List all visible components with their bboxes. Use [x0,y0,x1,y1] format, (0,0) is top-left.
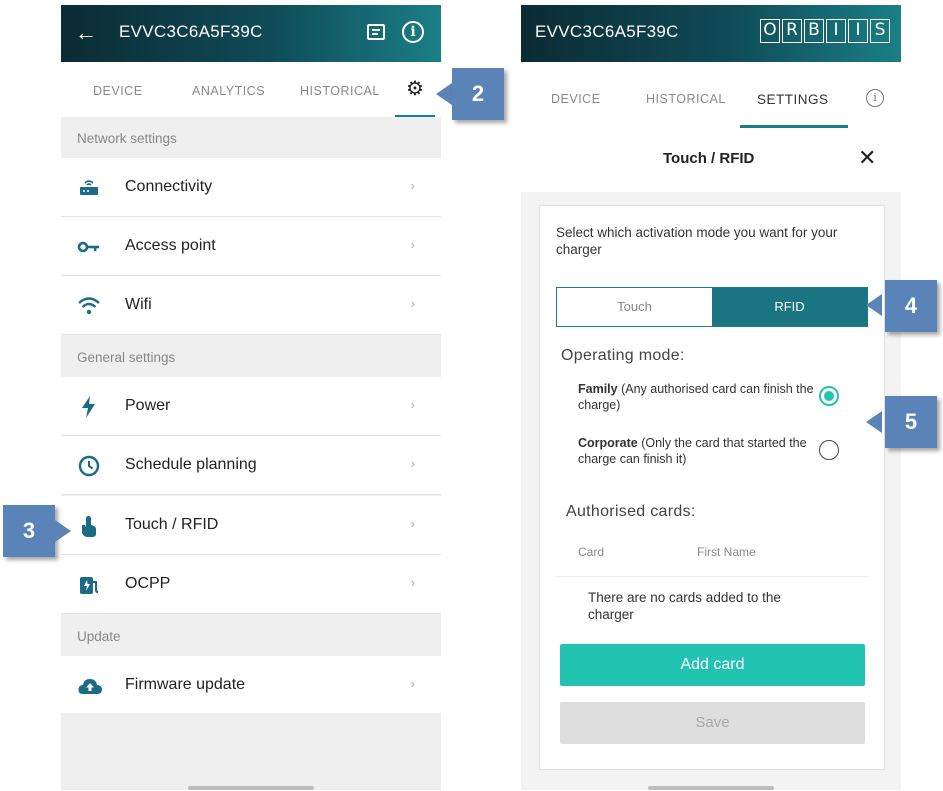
menu-item-touch-rfid[interactable]: Touch / RFID › [61,496,441,555]
chevron-right-icon: › [410,397,415,412]
document-icon[interactable] [367,24,385,40]
callout-badge-3: 3 [3,505,55,557]
device-id-title: EVVC3C6A5F39C [535,22,679,41]
family-mode-name: Family [578,382,618,396]
chevron-right-icon: › [410,178,415,193]
chevron-right-icon: › [410,237,415,252]
schedule-planning-label: Schedule planning [125,456,257,473]
cloud-upload-icon [77,674,102,698]
add-card-button[interactable]: Add card [560,644,865,686]
menu-item-wifi[interactable]: Wifi › [61,276,441,335]
rfid-settings-card: Select which activation mode you want fo… [539,205,885,770]
home-indicator [648,786,774,790]
operating-mode-heading: Operating mode: [561,347,685,364]
clock-icon [77,454,101,478]
power-label: Power [125,397,171,414]
gear-icon[interactable]: ⚙ [395,74,435,117]
callout-badge-2: 2 [452,68,504,120]
family-mode-label[interactable]: Family (Any authorised card can finish t… [578,381,818,413]
logo-letter: I [848,19,868,43]
tab-device[interactable]: DEVICE [551,92,601,106]
key-icon [77,235,101,259]
corporate-mode-radio[interactable] [819,440,839,460]
callout-arrow-5 [866,411,882,433]
ocpp-label: OCPP [125,575,171,592]
wifi-icon [77,294,101,318]
menu-item-access-point[interactable]: Access point › [61,217,441,276]
firmware-update-label: Firmware update [125,676,246,693]
menu-item-connectivity[interactable]: Connectivity › [61,158,441,217]
device-id-title: EVVC3C6A5F39C [119,22,263,41]
chevron-right-icon: › [410,516,415,531]
empty-area [61,713,441,790]
table-divider [556,576,868,577]
router-icon [77,176,101,200]
empty-cards-message: There are no cards added to the charger [588,590,781,622]
callout-arrow-2 [436,83,452,105]
section-network-settings: Network settings [61,117,441,158]
callout-badge-5: 5 [885,396,937,448]
callout-arrow-3 [55,520,71,542]
dialog-title: Touch / RFID [663,150,755,167]
family-mode-radio[interactable] [819,386,839,406]
corporate-mode-name: Corporate [578,436,638,450]
logo-letter: O [760,19,780,43]
tab-historical[interactable]: HISTORICAL [300,84,380,98]
info-icon[interactable]: i [402,21,424,43]
chevron-right-icon: › [410,575,415,590]
menu-item-power[interactable]: Power › [61,377,441,436]
tab-historical[interactable]: HISTORICAL [646,92,726,106]
dialog-header: Touch / RFID ✕ [521,128,901,192]
segment-rfid[interactable]: RFID [712,288,867,326]
home-indicator [188,786,314,790]
tab-bar: DEVICE ANALYTICS HISTORICAL ⚙ [61,62,441,117]
column-header-card: Card [578,545,605,559]
logo-letter: S [870,19,890,43]
callout-arrow-4 [866,294,882,316]
logo-letter: B [804,19,824,43]
activation-mode-toggle: Touch RFID [556,287,868,327]
right-phone-screen: EVVC3C6A5F39C O R B I I S DEVICE HISTORI… [521,5,901,790]
connectivity-label: Connectivity [125,178,213,195]
activation-prompt: Select which activation mode you want fo… [556,225,838,257]
tab-analytics[interactable]: ANALYTICS [192,84,265,98]
top-app-bar: EVVC3C6A5F39C O R B I I S [521,5,901,62]
menu-item-firmware-update[interactable]: Firmware update › [61,656,441,715]
tab-device[interactable]: DEVICE [93,84,143,98]
menu-item-schedule-planning[interactable]: Schedule planning › [61,436,441,495]
chevron-right-icon: › [410,676,415,691]
column-header-first-name: First Name [697,545,756,559]
section-general-settings: General settings [61,336,441,377]
left-phone-screen: ← EVVC3C6A5F39C i DEVICE ANALYTICS HISTO… [61,5,441,790]
touch-finger-icon [77,514,101,538]
back-arrow-icon[interactable]: ← [75,19,97,47]
chevron-right-icon: › [410,296,415,311]
menu-item-ocpp[interactable]: OCPP › [61,555,441,614]
touch-rfid-label: Touch / RFID [125,516,219,533]
top-app-bar: ← EVVC3C6A5F39C i [61,5,441,62]
wifi-label: Wifi [125,296,152,313]
close-icon[interactable]: ✕ [858,146,876,170]
tab-bar: DEVICE HISTORICAL SETTINGS i [521,62,901,128]
callout-badge-4: 4 [885,280,937,332]
authorised-cards-heading: Authorised cards: [566,503,696,520]
ocpp-charger-icon [77,573,101,597]
section-update: Update [61,615,441,656]
chevron-right-icon: › [410,456,415,471]
orbis-logo: O R B I I S [760,19,890,43]
logo-letter: I [826,19,846,43]
logo-letter: R [782,19,802,43]
lightning-icon [77,395,101,419]
tab-settings[interactable]: SETTINGS [757,92,829,107]
corporate-mode-label[interactable]: Corporate (Only the card that started th… [578,435,818,467]
info-icon[interactable]: i [866,89,884,107]
save-button[interactable]: Save [560,702,865,744]
access-point-label: Access point [125,237,216,254]
segment-touch[interactable]: Touch [557,288,712,326]
